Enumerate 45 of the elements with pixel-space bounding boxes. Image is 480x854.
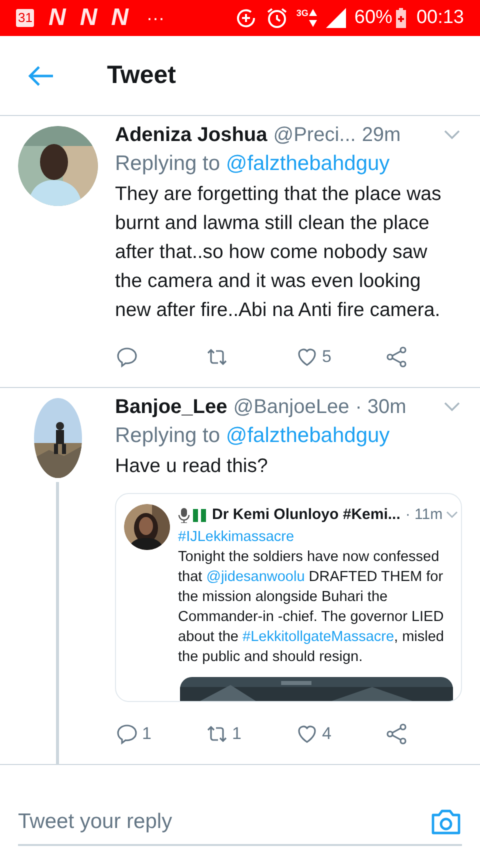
author-handle: @Preci... <box>273 123 356 148</box>
tweet-time: 29m <box>362 123 401 148</box>
alarm-icon <box>266 7 288 29</box>
retweet-button[interactable]: 1 <box>205 720 295 746</box>
notification-icon: N <box>80 0 98 36</box>
like-button[interactable]: 4 <box>295 720 385 746</box>
author-name: Banjoe_Lee <box>115 395 228 420</box>
quoted-tweet-text: #IJLekkimassacre Tonight the soldiers have now confessed that @jidesanwoolu DRAFTED THEM for the mission alongside Buhari the Commander-in -chief. The governor LIED about the #LekkitollgateMassacre, misled the public and should resign. <box>178 528 445 666</box>
author-name: Adeniza Joshua <box>115 123 268 148</box>
network-type: 3G <box>296 7 308 20</box>
overflow-dots: ··· <box>146 6 164 30</box>
share-icon <box>385 722 409 746</box>
quoted-tweet-card[interactable] <box>115 493 462 702</box>
author-handle: @BanjoeLee <box>233 395 350 420</box>
replying-to-text: Replying to @falzthebahdguy <box>115 151 391 177</box>
notification-icon: N <box>111 0 128 36</box>
battery-icon <box>396 8 406 28</box>
quoted-author-name: Dr Kemi Olunloyo #Kemi... <box>212 505 400 525</box>
hashtag-link[interactable]: #LekkitollgateMassacre <box>242 628 394 644</box>
comment-icon <box>115 722 139 746</box>
like-button[interactable]: 5 <box>295 344 385 370</box>
quoted-tweet-time: · 11m <box>405 505 443 525</box>
mention-link[interactable]: @falzthebahdguy <box>226 424 390 447</box>
camera-icon[interactable] <box>430 808 462 836</box>
signal-icon <box>326 8 346 28</box>
clock-time: 00:13 <box>416 6 464 30</box>
hashtag-link[interactable]: @jidesanwoolu <box>206 568 305 584</box>
back-arrow-icon <box>28 64 54 86</box>
microphone-icon <box>178 508 190 523</box>
share-icon <box>385 345 409 369</box>
battery-percent: 60% <box>354 6 392 30</box>
page-title: Tweet <box>107 60 176 91</box>
flag-icon <box>193 508 209 522</box>
tweet-text: They are forgetting that the place was burnt and lawma still clean the place after that..so how come nobody saw the camera and it was even looking new after fire..Abi na Anti fire camera. <box>115 182 442 323</box>
data-arrows-icon <box>308 8 318 28</box>
replying-to-text: Replying to @falzthebahdguy <box>115 423 391 449</box>
comment-icon <box>115 345 139 369</box>
hashtag-link[interactable]: #IJLekkimassacre <box>178 528 294 544</box>
notification-icon: N <box>48 0 66 36</box>
reply-input[interactable]: Tweet your reply <box>18 806 430 838</box>
calendar-icon: 31 <box>16 9 34 27</box>
tweet-text: Have u read this? <box>115 454 269 479</box>
reply-button[interactable]: 1 <box>115 720 205 746</box>
tweet-time: · 30m <box>355 395 406 420</box>
mention-link[interactable]: @falzthebahdguy <box>226 152 390 175</box>
